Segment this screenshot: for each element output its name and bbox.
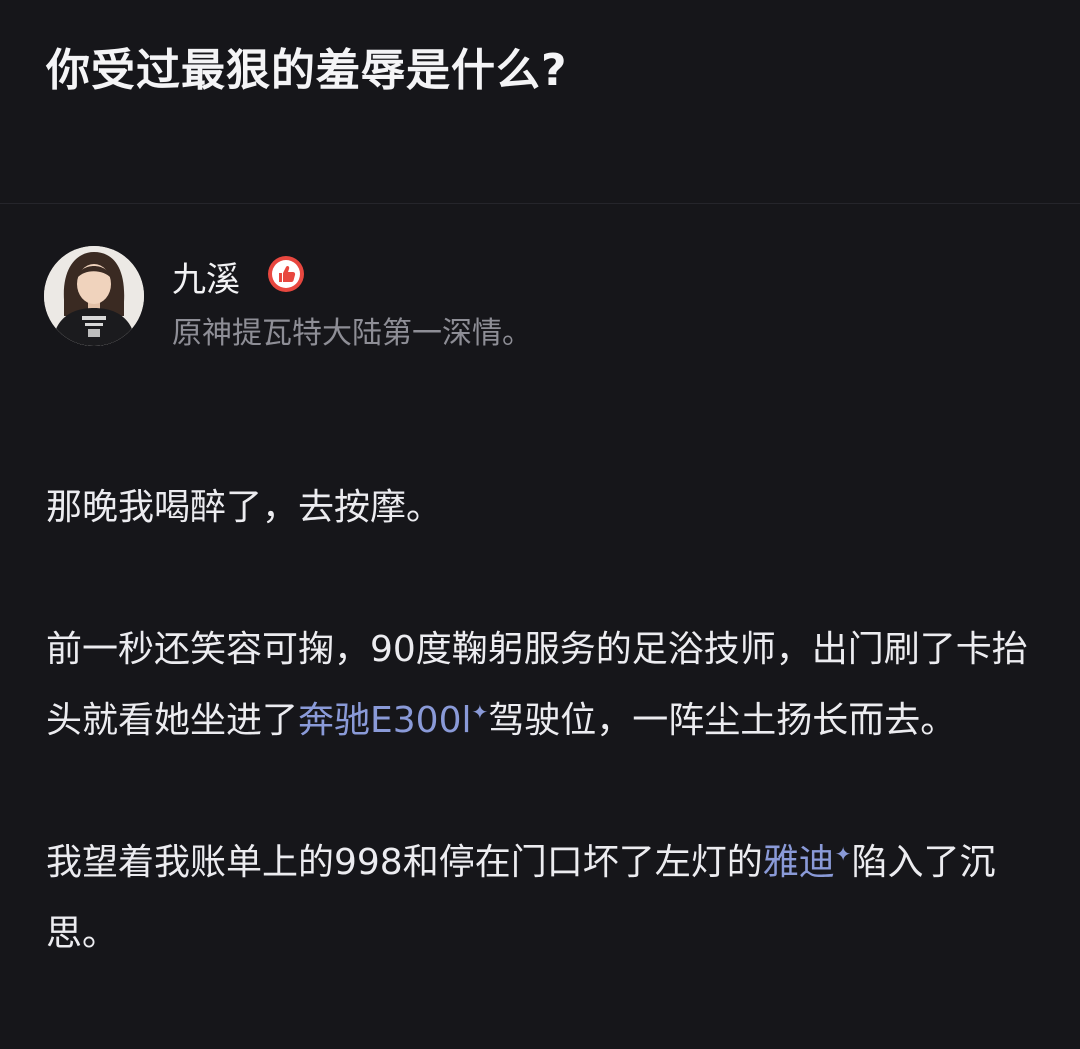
author-name[interactable]: 九溪 — [172, 252, 240, 301]
answer-text: 那晚我喝醉了，去按摩。 — [46, 487, 443, 528]
thumbs-up-badge-icon — [266, 254, 306, 294]
answer-paragraph: 我望着我账单上的998和停在门口坏了左灯的雅迪✦陷入了沉思。 — [46, 827, 1036, 969]
answer-paragraph: 那晚我喝醉了，去按摩。 — [46, 472, 1036, 543]
avatar[interactable] — [44, 246, 144, 346]
divider — [0, 203, 1080, 204]
spark-icon: ✦ — [471, 700, 489, 724]
spark-icon: ✦ — [834, 842, 852, 866]
answer-body: 那晚我喝醉了，去按摩。 前一秒还笑容可掬，90度鞠躬服务的足浴技师，出门刷了卡抬… — [46, 472, 1036, 969]
author-header[interactable]: 九溪 原神提瓦特大陆第一深情。 — [44, 246, 1024, 351]
answer-paragraph: 前一秒还笑容可掬，90度鞠躬服务的足浴技师，出门刷了卡抬头就看她坐进了奔驰E30… — [46, 614, 1036, 756]
search-link-benz-e300l[interactable]: 奔驰E300l — [298, 700, 471, 741]
search-link-yadea[interactable]: 雅迪 — [763, 842, 835, 883]
answer-text: 我望着我账单上的998和停在门口坏了左灯的 — [46, 842, 763, 883]
question-title: 你受过最狠的羞辱是什么? — [46, 45, 568, 96]
author-bio: 原神提瓦特大陆第一深情。 — [172, 316, 532, 351]
answer-text: 驾驶位，一阵尘土扬长而去。 — [488, 700, 957, 741]
